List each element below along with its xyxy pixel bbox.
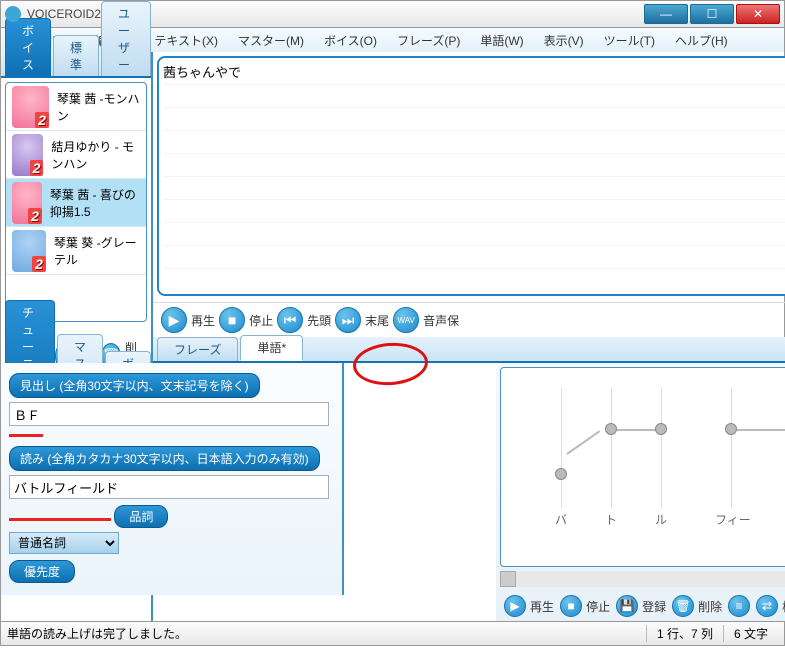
status-message: 単語の読み上げは完了しました。 bbox=[7, 625, 646, 642]
voice-item[interactable]: 2 琴葉 茜 - 喜びの抑揚1.5 bbox=[6, 179, 146, 227]
play-button[interactable]: ▶再生 bbox=[161, 307, 215, 333]
tuning-tabbar-2: フレーズ 単語* bbox=[153, 337, 785, 363]
label: 削除 bbox=[698, 598, 722, 615]
voice-name: 結月ゆかり - モンハン bbox=[51, 138, 140, 172]
menu-word[interactable]: 単語(W) bbox=[474, 30, 529, 51]
wav-icon: WAV bbox=[393, 307, 419, 333]
text-input[interactable]: 茜ちゃんやで bbox=[163, 62, 785, 290]
menu-tool[interactable]: ツール(T) bbox=[598, 30, 661, 51]
stop-icon: ■ bbox=[219, 307, 245, 333]
menu-text[interactable]: テキスト(X) bbox=[148, 30, 224, 51]
hinshi-select[interactable]: 普通名詞 bbox=[9, 532, 119, 554]
skip-forward-icon: ⏭ bbox=[335, 307, 361, 333]
avatar: 2 bbox=[12, 230, 46, 272]
pitch-label: ト bbox=[605, 511, 617, 528]
savewav-label: 音声保 bbox=[423, 312, 459, 329]
label: 登録 bbox=[642, 598, 666, 615]
head-label: 先頭 bbox=[307, 312, 331, 329]
yomi-label: 読み (全角カタカナ30文字以内、日本語入力のみ有効) bbox=[9, 446, 320, 471]
priority-label: 優先度 bbox=[9, 560, 75, 583]
label: 停止 bbox=[586, 598, 610, 615]
pitch-scrollbar[interactable] bbox=[500, 571, 785, 587]
voice-name: 琴葉 茜 - 喜びの抑揚1.5 bbox=[50, 186, 140, 220]
play-icon: ▶ bbox=[504, 595, 526, 617]
menu-master[interactable]: マスター(M) bbox=[232, 30, 310, 51]
skip-back-icon: ⏮ bbox=[277, 307, 303, 333]
menu-phrase[interactable]: フレーズ(P) bbox=[391, 30, 466, 51]
tail-label: 末尾 bbox=[365, 312, 389, 329]
tab-phrase[interactable]: フレーズ bbox=[157, 337, 238, 361]
tab-voice[interactable]: ボイス bbox=[5, 18, 51, 76]
tail-button[interactable]: ⏭末尾 bbox=[335, 307, 389, 333]
stop-label: 停止 bbox=[249, 312, 273, 329]
pitch-delete-button[interactable]: 🗑削除 bbox=[672, 595, 722, 617]
list-icon: ≡ bbox=[728, 595, 750, 617]
label: 再生 bbox=[530, 598, 554, 615]
midashi-label: 見出し (全角30文字以内、文末記号を除く) bbox=[9, 373, 260, 398]
window-maximize-button[interactable]: ☐ bbox=[690, 4, 734, 24]
window-close-button[interactable]: ✕ bbox=[736, 4, 780, 24]
voice-item[interactable]: 2 結月ゆかり - モンハン bbox=[6, 131, 146, 179]
save-icon: 💾 bbox=[616, 595, 638, 617]
menu-voice[interactable]: ボイス(O) bbox=[318, 30, 383, 51]
text-editor[interactable]: 茜ちゃんやで bbox=[157, 56, 785, 296]
voice-name: 琴葉 葵 -グレーテル bbox=[54, 234, 140, 268]
status-position: 1 行、7 列 bbox=[646, 625, 723, 642]
convert-icon: ⇄ bbox=[756, 595, 778, 617]
midashi-input[interactable] bbox=[9, 402, 329, 426]
scroll-left-icon[interactable] bbox=[500, 571, 516, 587]
statusbar: 単語の読み上げは完了しました。 1 行、7 列 6 文字 bbox=[0, 622, 785, 646]
menu-view[interactable]: 表示(V) bbox=[538, 30, 590, 51]
stop-icon: ■ bbox=[560, 595, 582, 617]
play-icon: ▶ bbox=[161, 307, 187, 333]
tab-user[interactable]: ユーザー bbox=[101, 1, 151, 76]
register-button[interactable]: 💾登録 bbox=[616, 595, 666, 617]
tab-standard[interactable]: 標準 bbox=[53, 35, 99, 76]
pitch-editor[interactable]: バ ト ル フィー ル ド bbox=[500, 367, 785, 567]
status-chars: 6 文字 bbox=[723, 625, 778, 642]
hinshi-label: 品詞 bbox=[114, 505, 168, 528]
tab-word[interactable]: 単語* bbox=[240, 335, 303, 361]
avatar: 2 bbox=[12, 86, 49, 128]
save-wav-button[interactable]: WAV音声保 bbox=[393, 307, 459, 333]
pitch-play-button[interactable]: ▶再生 bbox=[504, 595, 554, 617]
pitch-stop-button[interactable]: ■停止 bbox=[560, 595, 610, 617]
convert-button[interactable]: ⇄標準語に変換ﾘ bbox=[756, 595, 785, 617]
app-icon bbox=[5, 6, 21, 22]
voice-tabbar: ボイス 標準 ユーザー bbox=[1, 52, 151, 78]
trash-icon: 🗑 bbox=[672, 595, 694, 617]
pitch-label: ル bbox=[655, 511, 667, 528]
list-button[interactable]: ≡ bbox=[728, 595, 750, 617]
yomi-input[interactable] bbox=[9, 475, 329, 499]
voice-item[interactable]: 2 琴葉 葵 -グレーテル bbox=[6, 227, 146, 275]
voice-list[interactable]: 2 琴葉 茜 -モンハン 2 結月ゆかり - モンハン 2 琴葉 茜 - 喜びの… bbox=[5, 82, 147, 322]
window-minimize-button[interactable]: — bbox=[644, 4, 688, 24]
avatar: 2 bbox=[12, 134, 43, 176]
pitch-label: フィー bbox=[715, 511, 751, 528]
menu-help[interactable]: ヘルプ(H) bbox=[669, 30, 734, 51]
play-label: 再生 bbox=[191, 312, 215, 329]
stop-button[interactable]: ■停止 bbox=[219, 307, 273, 333]
head-button[interactable]: ⏮先頭 bbox=[277, 307, 331, 333]
voice-item[interactable]: 2 琴葉 茜 -モンハン bbox=[6, 83, 146, 131]
voice-name: 琴葉 茜 -モンハン bbox=[57, 90, 140, 124]
avatar: 2 bbox=[12, 182, 42, 224]
pitch-label: バ bbox=[555, 511, 567, 528]
